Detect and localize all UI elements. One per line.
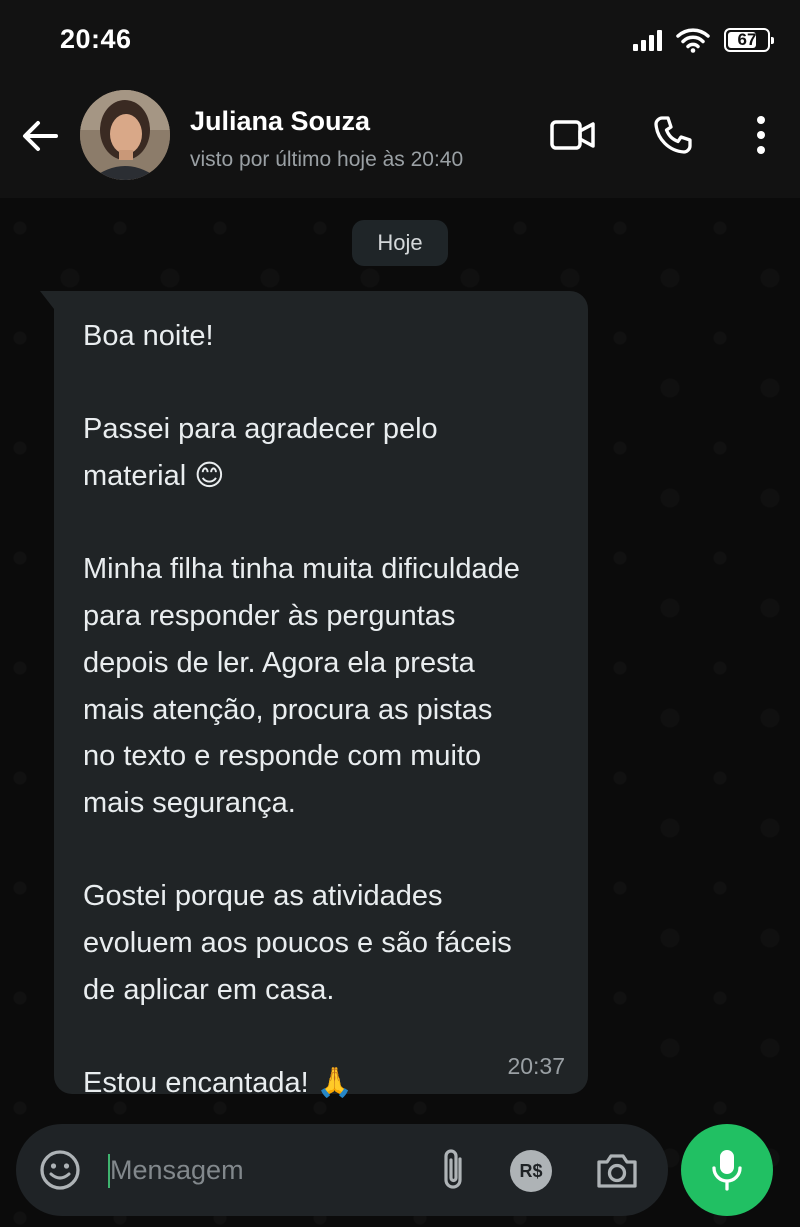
video-call-icon[interactable] [548,112,598,158]
message-line: material 😊 [83,460,225,493]
status-bar: 20:46 67 [0,0,800,80]
message-line: Minha filha tinha muita dificuldade [83,553,520,586]
message-line: Passei para agradecer pelo [83,413,438,446]
attach-icon[interactable] [436,1146,470,1194]
status-icons: 67 [633,25,774,55]
chat-header: Juliana Souza visto por último hoje às 2… [0,80,800,198]
mic-button[interactable] [681,1124,773,1216]
message-input[interactable] [110,1150,410,1190]
battery-icon: 67 [724,28,774,52]
date-chip: Hoje [352,220,448,266]
wifi-icon [676,28,710,53]
message-line: para responder às perguntas [83,600,456,633]
message-line: depois de ler. Agora ela presta [83,646,475,679]
back-arrow-icon[interactable] [18,114,62,158]
message-line: Boa noite! [83,320,214,352]
contact-last-seen: visto por último hoje às 20:40 [190,148,464,171]
camera-icon[interactable] [594,1150,640,1192]
battery-level: 67 [737,30,757,49]
contact-name[interactable]: Juliana Souza [190,106,370,137]
payment-icon[interactable]: R$ [510,1150,552,1192]
mic-icon [712,1150,742,1191]
message-line: mais atenção, procura as pistas [83,693,493,726]
chat-area[interactable]: Hoje Boa noite! Passei para agradecer pe… [0,198,800,1227]
signal-icon [633,29,662,51]
message-line: evoluem aos poucos e são fáceis [83,927,512,960]
message-line: de aplicar em casa. [83,973,335,1006]
more-vertical-icon[interactable] [744,112,778,158]
message-line: no texto e responde com muito [83,740,482,773]
message-composer: R$ [16,1124,668,1216]
message-line: mais segurança. [83,787,296,819]
phone-icon[interactable] [650,112,696,158]
message-text: Boa noite! Passei para agradecer pelo ma… [83,313,573,1107]
emoji-icon[interactable] [38,1148,82,1192]
message-line: Estou encantada! 🙏 [83,1067,353,1100]
incoming-message-bubble[interactable]: Boa noite! Passei para agradecer pelo ma… [40,291,588,1099]
avatar[interactable] [80,90,170,180]
message-line: Gostei porque as atividades [83,880,443,913]
bubble-tail [40,291,54,309]
message-timestamp: 20:37 [507,1053,565,1079]
status-time: 20:46 [60,24,132,54]
